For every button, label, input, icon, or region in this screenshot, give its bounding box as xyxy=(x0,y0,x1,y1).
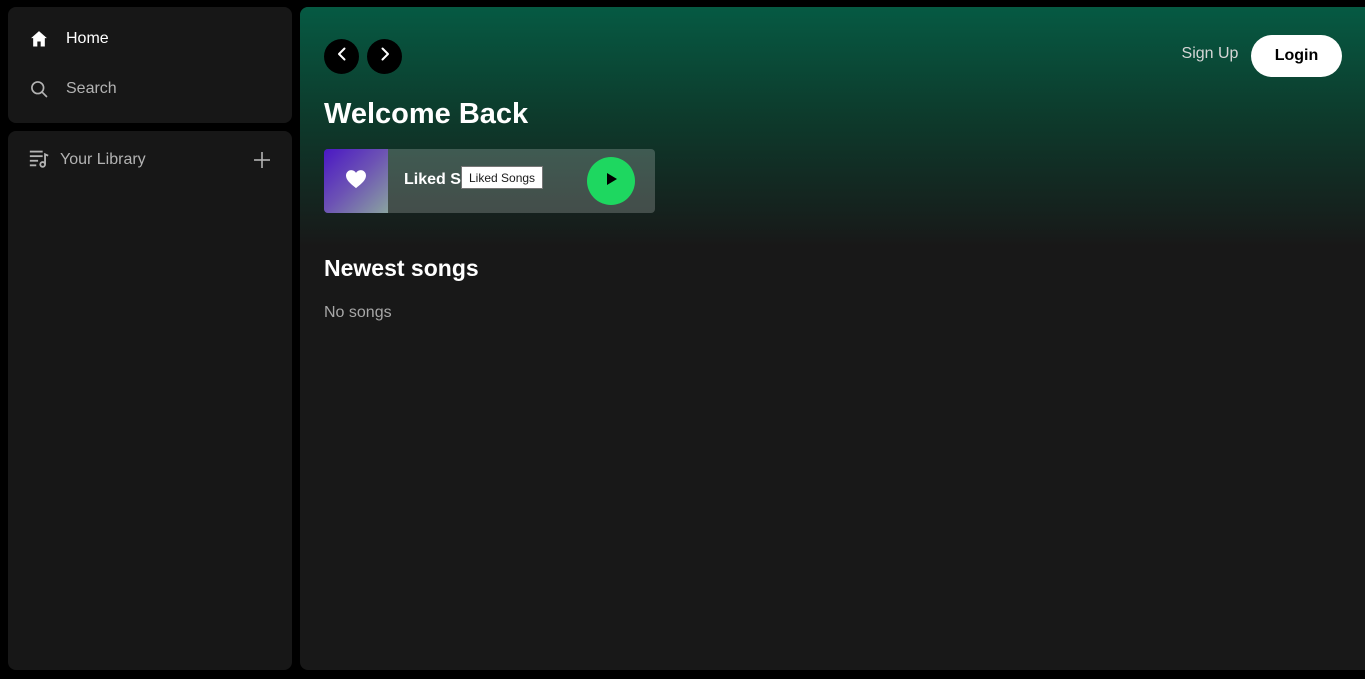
library-icon xyxy=(28,147,50,174)
page-title: Welcome Back xyxy=(324,98,529,130)
sidebar-item-home[interactable]: Home xyxy=(28,27,109,51)
chevron-right-icon xyxy=(377,46,393,67)
play-icon xyxy=(603,171,619,192)
liked-songs-art xyxy=(324,149,388,213)
library-label: Your Library xyxy=(60,151,146,168)
sidebar-item-label: Home xyxy=(66,30,109,47)
library-panel: Your Library xyxy=(8,131,292,670)
sidebar-item-label: Search xyxy=(66,80,117,97)
login-button[interactable]: Login xyxy=(1251,35,1342,77)
back-button[interactable] xyxy=(324,39,359,74)
plus-icon[interactable] xyxy=(252,150,272,170)
search-icon xyxy=(28,78,50,100)
signup-button[interactable]: Sign Up xyxy=(1170,45,1250,67)
sidebar-nav: Home Search xyxy=(8,7,292,123)
empty-state-text: No songs xyxy=(324,304,392,321)
sidebar-item-search[interactable]: Search xyxy=(28,77,117,101)
library-header[interactable]: Your Library xyxy=(28,148,272,172)
heart-icon xyxy=(345,169,367,194)
forward-button[interactable] xyxy=(367,39,402,74)
chevron-left-icon xyxy=(334,46,350,67)
main-content: Sign Up Login Welcome Back Liked Songs L… xyxy=(300,7,1365,670)
section-title: Newest songs xyxy=(324,255,479,281)
home-icon xyxy=(28,28,50,50)
tooltip: Liked Songs xyxy=(461,166,544,189)
play-button[interactable] xyxy=(587,157,635,205)
